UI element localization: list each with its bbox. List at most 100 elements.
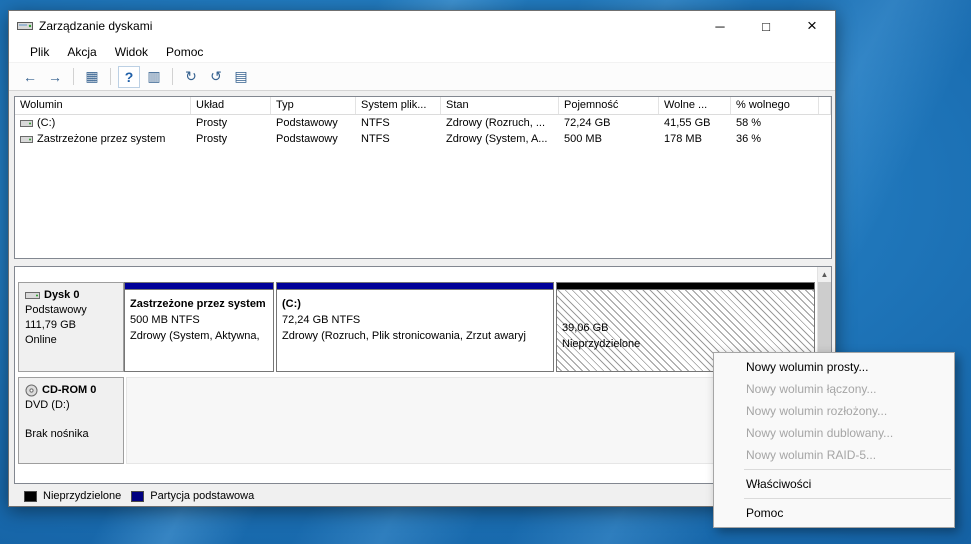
minimize-button[interactable]: ─ bbox=[697, 11, 743, 41]
column-header-wolne[interactable]: Wolne ... bbox=[659, 97, 731, 114]
disk0-type: Podstawowy bbox=[25, 303, 117, 318]
column-header-typ[interactable]: Typ bbox=[271, 97, 356, 114]
disk-management-window: Zarządzanie dyskami ─ □ × Plik Akcja Wid… bbox=[8, 10, 836, 507]
scroll-up-icon[interactable]: ▲ bbox=[818, 267, 831, 282]
menu-item-help[interactable]: Pomoc bbox=[714, 502, 954, 524]
volume-status: Zdrowy (System, A... bbox=[441, 133, 559, 145]
menu-widok[interactable]: Widok bbox=[106, 43, 157, 61]
primary-partition-strip bbox=[125, 283, 273, 290]
column-header-stan[interactable]: Stan bbox=[441, 97, 559, 114]
menu-item-properties[interactable]: Właściwości bbox=[714, 473, 954, 495]
menu-separator bbox=[744, 498, 951, 499]
legend-label: Nieprzydzielone bbox=[43, 490, 121, 502]
primary-partition-strip bbox=[277, 283, 553, 290]
legend-label: Partycja podstawowa bbox=[150, 490, 254, 502]
partition-name: (C:) bbox=[282, 296, 548, 312]
show-action-pane-icon[interactable]: ▥ bbox=[143, 66, 165, 88]
volume-status: Zdrowy (Rozruch, ... bbox=[441, 117, 559, 129]
rescan-disks-icon[interactable]: ↺ bbox=[205, 66, 227, 88]
cdrom-status: Brak nośnika bbox=[25, 427, 117, 442]
legend: Nieprzydzielone Partycja podstawowa bbox=[14, 487, 832, 505]
show-console-tree-icon[interactable]: ▦ bbox=[81, 66, 103, 88]
titlebar[interactable]: Zarządzanie dyskami ─ □ × bbox=[9, 11, 835, 41]
column-header-wolumin[interactable]: Wolumin bbox=[15, 97, 191, 114]
menu-item-new-raid5-volume: Nowy wolumin RAID-5... bbox=[714, 444, 954, 466]
cdrom-name: CD-ROM 0 bbox=[42, 383, 96, 398]
help-icon[interactable]: ? bbox=[118, 66, 140, 88]
toolbar-separator bbox=[110, 68, 111, 85]
cdrom-icon bbox=[25, 384, 38, 397]
volume-free-pct: 36 % bbox=[731, 133, 819, 145]
column-header-procent-wolnego[interactable]: % wolnego bbox=[731, 97, 819, 114]
legend-item-primary-partition: Partycja podstawowa bbox=[131, 490, 254, 502]
volume-capacity: 72,24 GB bbox=[559, 117, 659, 129]
volume-list: Wolumin Układ Typ System plik... Stan Po… bbox=[14, 96, 832, 259]
cdrom-drive: DVD (D:) bbox=[25, 398, 117, 413]
volume-name: Zastrzeżone przez system bbox=[37, 133, 165, 145]
menu-pomoc[interactable]: Pomoc bbox=[157, 43, 212, 61]
column-header-filler bbox=[819, 97, 831, 114]
toolbar-separator bbox=[73, 68, 74, 85]
partition-name: Zastrzeżone przez system bbox=[130, 296, 268, 312]
column-header-uklad[interactable]: Układ bbox=[191, 97, 271, 114]
volume-type: Podstawowy bbox=[271, 117, 356, 129]
context-menu: Nowy wolumin prosty... Nowy wolumin łącz… bbox=[713, 352, 955, 528]
menu-item-new-spanned-volume: Nowy wolumin łączony... bbox=[714, 378, 954, 400]
disk0-name: Dysk 0 bbox=[44, 288, 79, 303]
volume-layout: Prosty bbox=[191, 117, 271, 129]
volume-free: 178 MB bbox=[659, 133, 731, 145]
partition-size: 72,24 GB NTFS bbox=[282, 312, 548, 328]
cdrom-media-area[interactable] bbox=[126, 377, 815, 464]
unallocated-swatch bbox=[24, 491, 37, 502]
menu-item-new-mirrored-volume: Nowy wolumin dublowany... bbox=[714, 422, 954, 444]
back-icon[interactable]: ← bbox=[19, 66, 41, 88]
refresh-icon[interactable]: ↻ bbox=[180, 66, 202, 88]
maximize-button[interactable]: □ bbox=[743, 11, 789, 41]
unallocated-strip bbox=[557, 283, 814, 290]
disk0-label[interactable]: Dysk 0 Podstawowy 111,79 GB Online bbox=[18, 282, 124, 372]
disk-icon bbox=[25, 290, 40, 301]
volume-icon bbox=[20, 118, 33, 129]
column-header-system-plikow[interactable]: System plik... bbox=[356, 97, 441, 114]
menu-plik[interactable]: Plik bbox=[21, 43, 58, 61]
volume-list-header: Wolumin Układ Typ System plik... Stan Po… bbox=[15, 97, 831, 115]
menubar: Plik Akcja Widok Pomoc bbox=[9, 41, 835, 63]
volume-filesystem: NTFS bbox=[356, 117, 441, 129]
window-title: Zarządzanie dyskami bbox=[39, 19, 152, 33]
unallocated-size: 39,06 GB bbox=[562, 320, 809, 336]
volume-capacity: 500 MB bbox=[559, 133, 659, 145]
volume-name: (C:) bbox=[37, 117, 55, 129]
close-button[interactable]: × bbox=[789, 11, 835, 41]
app-icon bbox=[17, 19, 33, 33]
primary-partition-swatch bbox=[131, 491, 144, 502]
partition-status: Zdrowy (Rozruch, Plik stronicowania, Zrz… bbox=[282, 328, 548, 344]
volume-free-pct: 58 % bbox=[731, 117, 819, 129]
device-properties-icon[interactable]: ▤ bbox=[230, 66, 252, 88]
menu-akcja[interactable]: Akcja bbox=[58, 43, 105, 61]
column-header-pojemnosc[interactable]: Pojemność bbox=[559, 97, 659, 114]
partition-system-reserved[interactable]: Zastrzeżone przez system 500 MB NTFS Zdr… bbox=[124, 282, 274, 372]
desktop: Zarządzanie dyskami ─ □ × Plik Akcja Wid… bbox=[0, 0, 971, 544]
partition-status: Zdrowy (System, Aktywna, bbox=[130, 328, 268, 344]
toolbar-separator bbox=[172, 68, 173, 85]
legend-item-unallocated: Nieprzydzielone bbox=[24, 490, 121, 502]
volume-icon bbox=[20, 134, 33, 145]
partition-c[interactable]: (C:) 72,24 GB NTFS Zdrowy (Rozruch, Plik… bbox=[276, 282, 554, 372]
volume-row-c[interactable]: (C:) Prosty Podstawowy NTFS Zdrowy (Rozr… bbox=[15, 115, 831, 131]
toolbar: ← → ▦ ? ▥ ↻ ↺ ▤ bbox=[9, 63, 835, 91]
partition-size: 500 MB NTFS bbox=[130, 312, 268, 328]
volume-row-system-reserved[interactable]: Zastrzeżone przez system Prosty Podstawo… bbox=[15, 131, 831, 147]
cdrom-label[interactable]: CD-ROM 0 DVD (D:) Brak nośnika bbox=[18, 377, 124, 464]
menu-separator bbox=[744, 469, 951, 470]
disk0-status: Online bbox=[25, 333, 117, 348]
volume-layout: Prosty bbox=[191, 133, 271, 145]
unallocated-label: Nieprzydzielone bbox=[562, 336, 809, 352]
disk0-size: 111,79 GB bbox=[25, 318, 117, 333]
disk-graph-panel: Dysk 0 Podstawowy 111,79 GB Online Zastr… bbox=[14, 266, 832, 484]
volume-type: Podstawowy bbox=[271, 133, 356, 145]
volume-free: 41,55 GB bbox=[659, 117, 731, 129]
forward-icon[interactable]: → bbox=[44, 66, 66, 88]
menu-item-new-simple-volume[interactable]: Nowy wolumin prosty... bbox=[714, 356, 954, 378]
window-controls: ─ □ × bbox=[697, 11, 835, 41]
volume-filesystem: NTFS bbox=[356, 133, 441, 145]
